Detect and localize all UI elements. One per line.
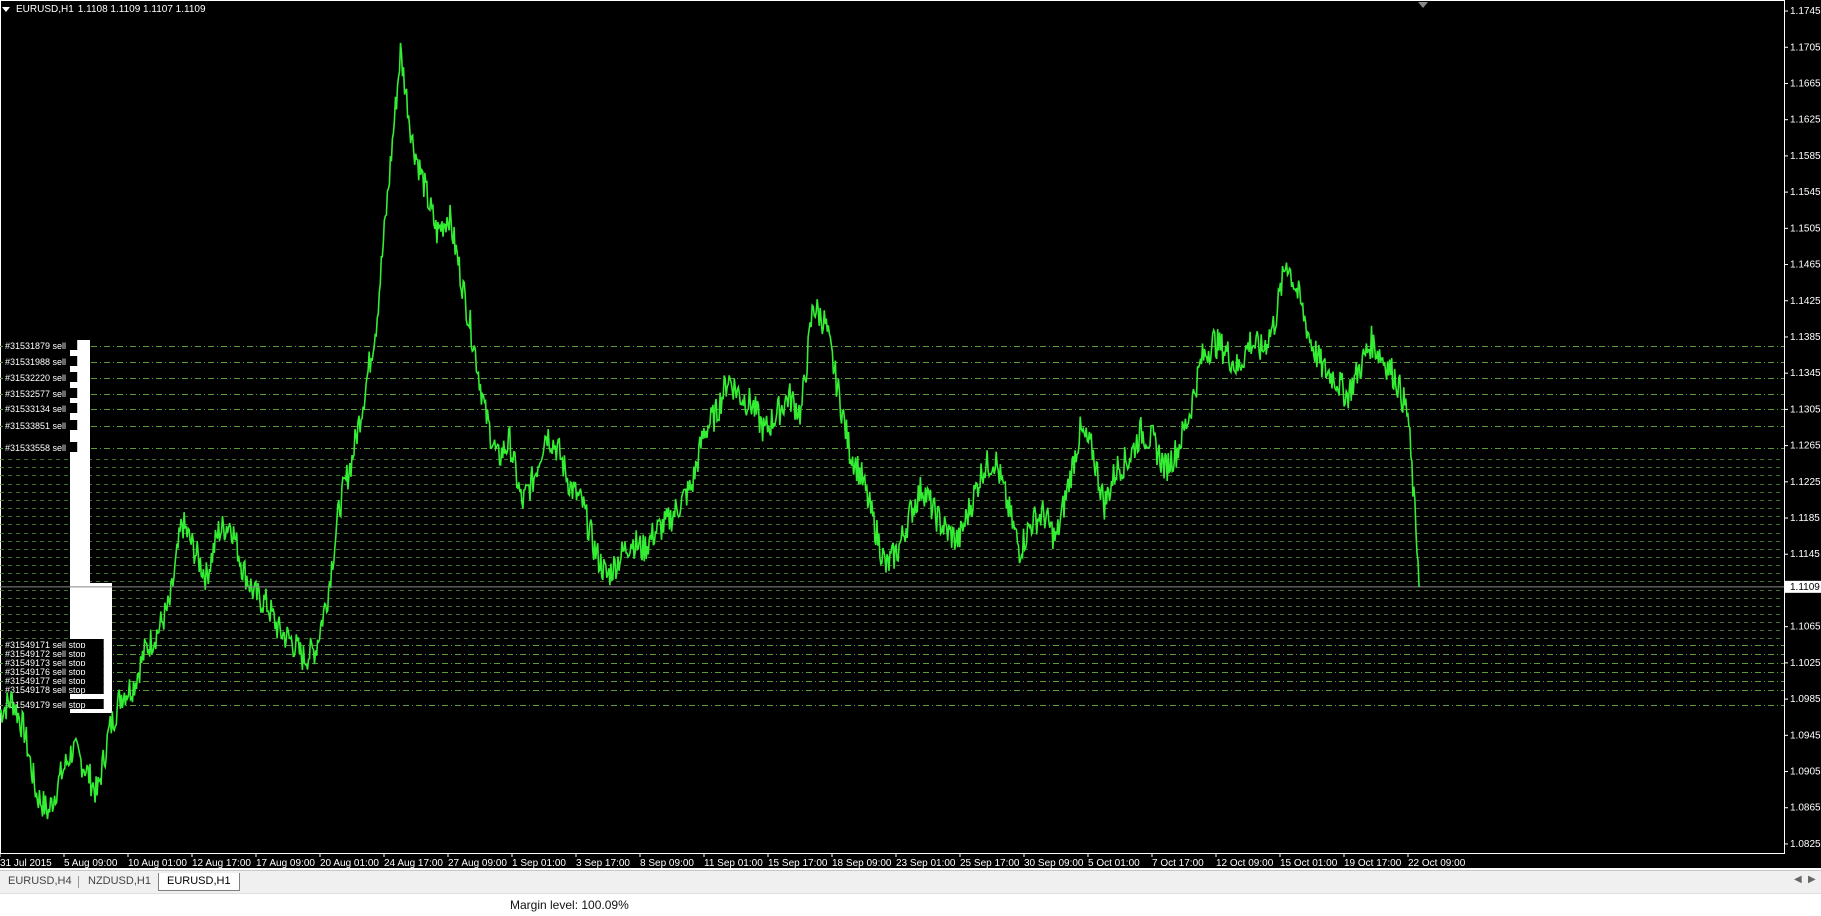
ohlc-values: 1.1108 1.1109 1.1107 1.1109 bbox=[77, 4, 206, 15]
order-label: #31533558 sell bbox=[5, 443, 66, 453]
y-tick-label: 1.1665 bbox=[1790, 78, 1821, 89]
y-tick-label: 1.0945 bbox=[1790, 730, 1821, 741]
y-tick-label: 1.0905 bbox=[1790, 767, 1821, 778]
chart-symbol-header: EURUSD,H1 1.1108 1.1109 1.1107 1.1109 bbox=[2, 4, 206, 15]
y-tick-label: 1.1745 bbox=[1790, 6, 1821, 17]
tab-eurusd-h1[interactable]: EURUSD,H1 bbox=[158, 873, 240, 891]
y-tick-label: 1.1345 bbox=[1790, 368, 1821, 379]
x-tick-label: 27 Aug 09:00 bbox=[448, 858, 507, 868]
tab-scroll-right-icon[interactable]: ▶ bbox=[1808, 874, 1816, 885]
y-tick-label: 1.1305 bbox=[1790, 404, 1821, 415]
y-tick-label: 1.1109 bbox=[1790, 582, 1820, 593]
order-label: #31531879 sell bbox=[5, 341, 66, 351]
y-tick-label: 1.1225 bbox=[1790, 477, 1821, 488]
status-bar: Margin level: 100.09% bbox=[0, 893, 1821, 916]
x-tick-label: 11 Sep 01:00 bbox=[704, 858, 763, 868]
tab-scroll-left-icon[interactable]: ◀ bbox=[1794, 874, 1802, 885]
x-tick-label: 30 Sep 09:00 bbox=[1024, 858, 1084, 868]
margin-level: Margin level: 100.09% bbox=[510, 898, 629, 912]
y-tick-label: 1.1425 bbox=[1790, 296, 1821, 307]
x-tick-label: 24 Aug 17:00 bbox=[384, 858, 443, 868]
chart-tab-bar: EURUSD,H4 NZDUSD,H1 EURUSD,H1 ◀ ▶ bbox=[0, 870, 1821, 893]
tab-label: EURUSD,H1 bbox=[167, 875, 231, 887]
x-tick-label: 20 Aug 01:00 bbox=[320, 858, 379, 868]
order-label: #31532577 sell bbox=[5, 389, 66, 399]
y-tick-label: 1.0825 bbox=[1790, 839, 1821, 850]
x-tick-label: 19 Oct 17:00 bbox=[1344, 858, 1402, 868]
x-tick-label: 23 Sep 01:00 bbox=[896, 858, 956, 868]
y-tick-label: 1.1585 bbox=[1790, 151, 1821, 162]
order-label: #31531988 sell bbox=[5, 357, 66, 367]
y-tick-label: 1.1465 bbox=[1790, 260, 1821, 271]
y-tick-label: 1.1625 bbox=[1790, 115, 1821, 126]
chart-area[interactable]: #31531879 sell #31531988 sell #31532220 se… bbox=[0, 0, 1821, 868]
y-tick-label: 1.1185 bbox=[1790, 513, 1820, 524]
price-chart[interactable]: #31531879 sell #31531988 sell #31532220 se… bbox=[0, 0, 1821, 868]
tab-label: EURUSD,H4 bbox=[8, 875, 72, 887]
tab-nzdusd-h1[interactable]: NZDUSD,H1 bbox=[80, 873, 159, 890]
x-tick-label: 8 Sep 09:00 bbox=[640, 858, 694, 868]
y-tick-label: 1.1065 bbox=[1790, 622, 1821, 633]
tab-eurusd-h4[interactable]: EURUSD,H4 bbox=[0, 873, 80, 890]
x-tick-label: 10 Aug 01:00 bbox=[128, 858, 187, 868]
x-tick-label: 25 Sep 17:00 bbox=[960, 858, 1020, 868]
y-tick-label: 1.1145 bbox=[1790, 549, 1820, 560]
y-tick-label: 1.1385 bbox=[1790, 332, 1821, 343]
x-tick-label: 15 Oct 01:00 bbox=[1280, 858, 1338, 868]
x-tick-label: 5 Oct 01:00 bbox=[1088, 858, 1140, 868]
symbol-label: EURUSD,H1 bbox=[16, 4, 74, 15]
x-tick-label: 12 Aug 17:00 bbox=[192, 858, 251, 868]
x-tick-label: 12 Oct 09:00 bbox=[1216, 858, 1274, 868]
order-label: #31533134 sell bbox=[5, 404, 66, 414]
x-tick-label: 7 Oct 17:00 bbox=[1152, 858, 1204, 868]
plot-frame bbox=[0, 0, 1785, 854]
x-tick-label: 15 Sep 17:00 bbox=[768, 858, 828, 868]
y-tick-label: 1.1505 bbox=[1790, 223, 1821, 234]
y-tick-label: 1.0985 bbox=[1790, 694, 1821, 705]
order-label: #31549178 sell stop bbox=[5, 685, 86, 695]
y-tick-label: 1.1265 bbox=[1790, 441, 1821, 452]
tab-separator bbox=[78, 876, 79, 888]
y-tick-label: 1.1025 bbox=[1790, 658, 1821, 669]
dropdown-triangle-icon[interactable] bbox=[2, 7, 10, 12]
x-tick-label: 1 Sep 01:00 bbox=[512, 858, 566, 868]
shift-marker-icon bbox=[1418, 2, 1428, 8]
x-tick-label: 17 Aug 09:00 bbox=[256, 858, 315, 868]
order-label: #31532220 sell bbox=[5, 373, 66, 383]
x-tick-label: 31 Jul 2015 bbox=[0, 858, 52, 868]
order-label: #31533851 sell bbox=[5, 421, 66, 431]
y-tick-label: 1.1705 bbox=[1790, 42, 1821, 53]
y-tick-label: 1.0865 bbox=[1790, 803, 1821, 814]
y-tick-label: 1.1545 bbox=[1790, 187, 1821, 198]
tab-label: NZDUSD,H1 bbox=[88, 875, 151, 887]
x-tick-label: 5 Aug 09:00 bbox=[64, 858, 118, 868]
price-line bbox=[0, 42, 1421, 820]
x-tick-label: 3 Sep 17:00 bbox=[576, 858, 630, 868]
x-tick-label: 22 Oct 09:00 bbox=[1408, 858, 1466, 868]
x-tick-label: 18 Sep 09:00 bbox=[832, 858, 892, 868]
